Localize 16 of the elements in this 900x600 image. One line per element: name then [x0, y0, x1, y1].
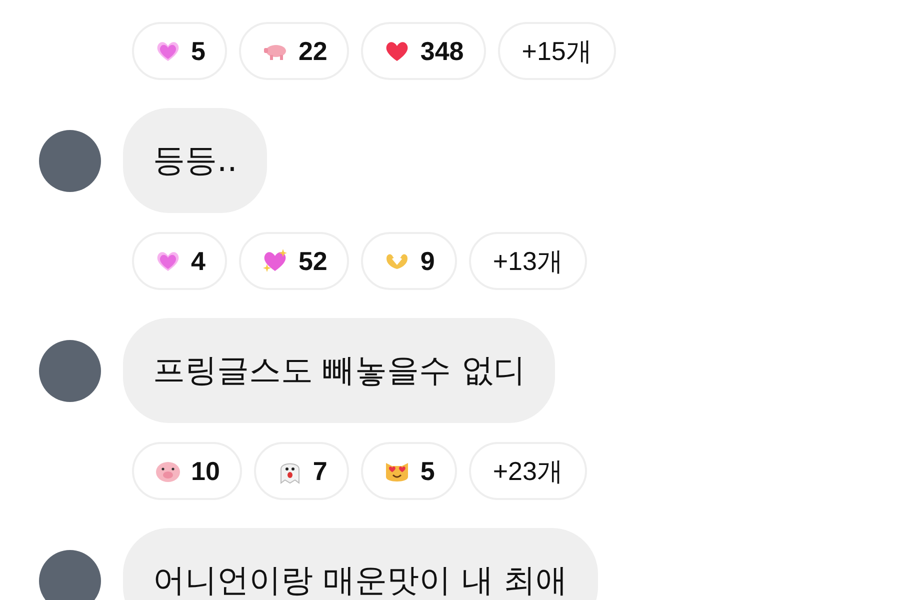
reaction-button[interactable]: 4 [132, 232, 228, 290]
reaction-button[interactable]: 5 [361, 442, 457, 500]
reaction-button[interactable]: 348 [361, 22, 486, 80]
message-bubble: 등등.. [123, 108, 268, 213]
reaction-button[interactable]: 22 [239, 22, 350, 80]
reaction-button[interactable]: 9 [361, 232, 457, 290]
more-reactions-button[interactable]: +13개 [468, 232, 587, 290]
reaction-button[interactable]: 7 [254, 442, 350, 500]
reaction-button[interactable]: 5 [132, 22, 228, 80]
message-bubble: 어니언이랑 매운맛이 내 최애 [123, 528, 598, 600]
message-bubble: 프링글스도 빼놓을수 없디 [123, 318, 556, 423]
reaction-button[interactable]: 10 [132, 442, 242, 500]
more-reactions-button[interactable]: +15개 [498, 22, 616, 80]
reaction-button[interactable]: 52 [239, 232, 350, 290]
avatar[interactable] [39, 550, 101, 600]
more-reactions-button[interactable]: +23개 [468, 442, 587, 500]
